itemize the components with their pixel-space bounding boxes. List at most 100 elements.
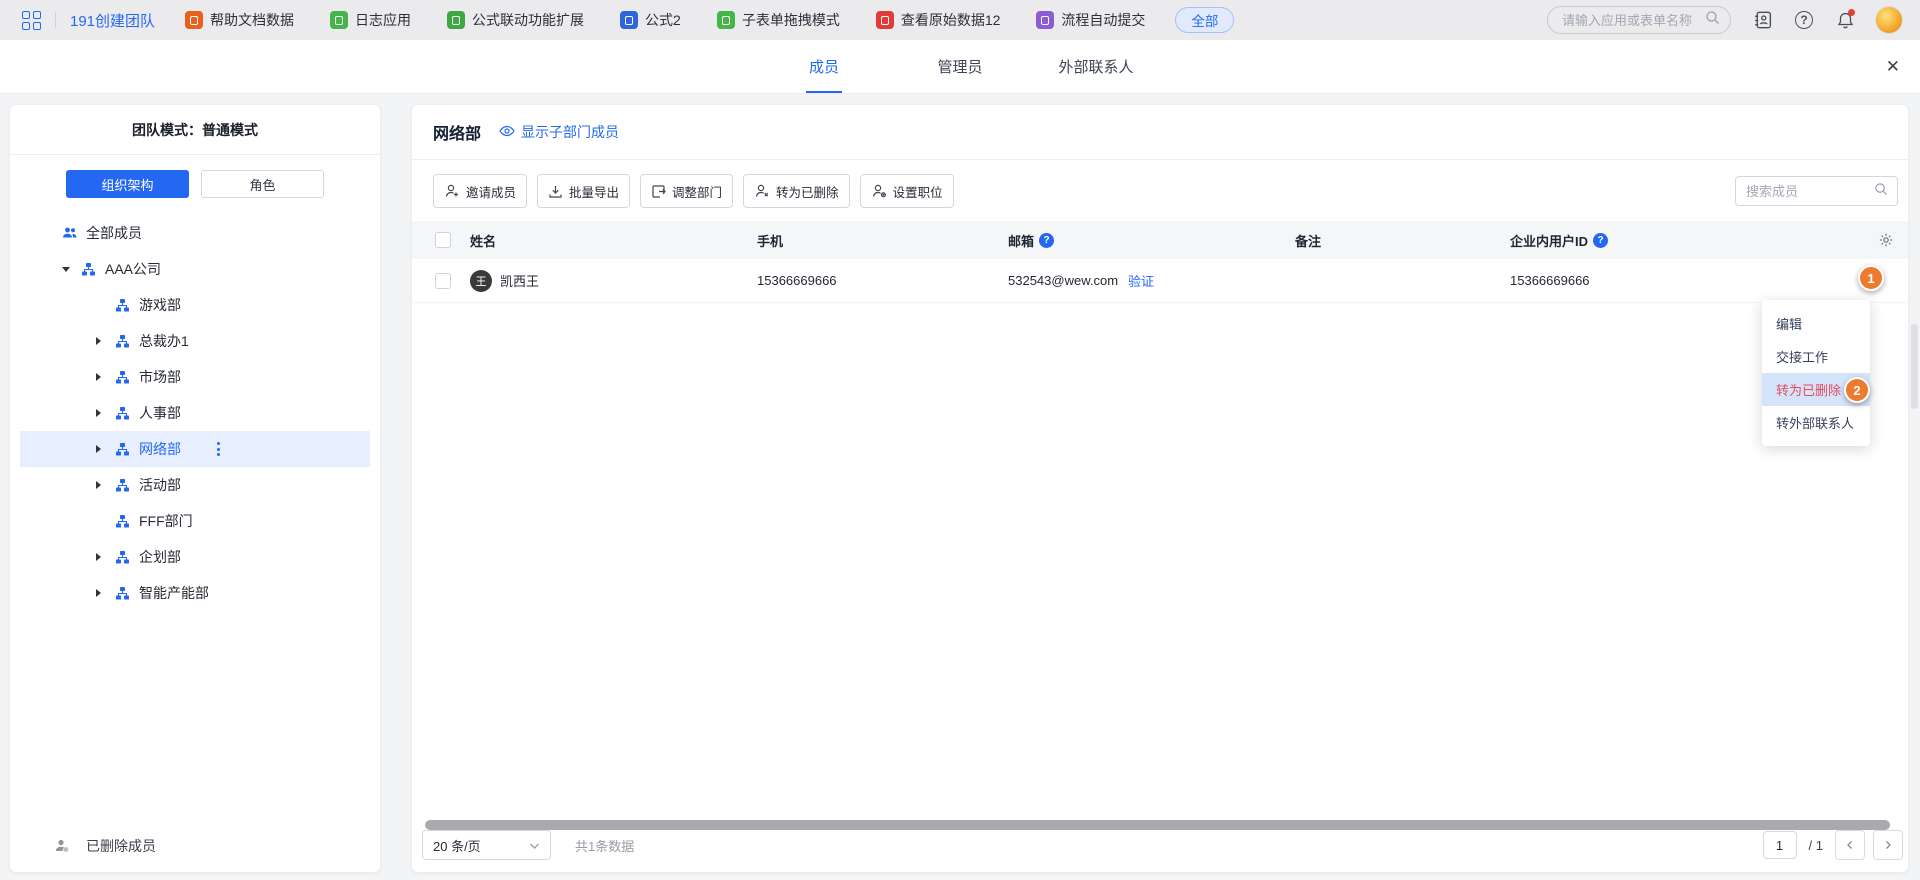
caret-right-icon[interactable] xyxy=(96,445,101,453)
next-page-button[interactable] xyxy=(1873,830,1903,860)
vertical-scrollbar[interactable] xyxy=(1911,324,1918,409)
caret-right-icon[interactable] xyxy=(96,337,101,345)
member-search[interactable] xyxy=(1735,176,1898,206)
invite-member-button[interactable]: 邀请成员 xyxy=(433,174,527,208)
caret-right-icon[interactable] xyxy=(96,409,101,417)
set-position-button[interactable]: 设置职位 xyxy=(860,174,954,208)
panel-title-row: 网络部 显示子部门成员 xyxy=(412,105,1908,160)
tab-admins[interactable]: 管理员 xyxy=(892,40,1028,93)
page-size-select[interactable]: 20 条/页 xyxy=(422,830,551,860)
table-body: 王凯西王15366669666532543@wew.com验证153666696… xyxy=(412,259,1908,303)
app-tab-4[interactable]: 公式2 xyxy=(620,10,681,30)
app-search[interactable] xyxy=(1547,6,1731,34)
app-tab-7[interactable]: 流程自动提交 xyxy=(1036,10,1145,30)
department-tree: 全部成员AAA公司游戏部总裁办1 市场部人事部网络部活动部 FFF部门企划部智能产能… xyxy=(10,215,380,611)
help-icon[interactable]: ? xyxy=(1593,233,1608,248)
content-area: 团队模式：普通模式 组织架构 角色 全部成员AAA公司游戏部总裁办1市场部人事部… xyxy=(0,94,1920,880)
caret-slot xyxy=(96,589,115,597)
move-to-deleted-button[interactable]: 转为已删除 xyxy=(743,174,850,208)
department-icon xyxy=(115,334,132,349)
tree-item-9[interactable]: 企划部 xyxy=(20,539,370,575)
user-avatar[interactable] xyxy=(1876,7,1902,33)
name-cell: 王凯西王 xyxy=(470,270,757,292)
column-header-0: 姓名 xyxy=(470,231,757,250)
help-icon[interactable]: ? xyxy=(1039,233,1054,248)
tree-item-label: FFF部门 xyxy=(139,511,193,531)
caret-right-icon[interactable] xyxy=(96,373,101,381)
caret-right-icon[interactable] xyxy=(96,481,101,489)
all-apps-pill[interactable]: 全部 xyxy=(1175,7,1234,33)
role-button[interactable]: 角色 xyxy=(201,170,324,198)
contacts-icon[interactable] xyxy=(1753,10,1773,30)
select-all-checkbox[interactable] xyxy=(435,232,451,248)
show-sub-dept-link[interactable]: 显示子部门成员 xyxy=(499,122,619,142)
pager: / 1 xyxy=(1763,830,1903,860)
caret-right-icon[interactable] xyxy=(96,553,101,561)
tree-item-2[interactable]: 游戏部 xyxy=(20,287,370,323)
menu-item-handover[interactable]: 交接工作 xyxy=(1762,340,1870,373)
more-actions-icon[interactable] xyxy=(213,438,224,460)
caret-down-icon[interactable] xyxy=(62,267,70,272)
tree-item-8[interactable]: FFF部门 xyxy=(20,503,370,539)
tree-item-3[interactable]: 总裁办1 xyxy=(20,323,370,359)
step-badge-2: 2 xyxy=(1844,377,1870,403)
tab-members[interactable]: 成员 xyxy=(756,40,892,93)
row-select-cell xyxy=(412,273,470,289)
tree-item-1[interactable]: AAA公司 xyxy=(20,251,370,287)
tree-item-10[interactable]: 智能产能部 xyxy=(20,575,370,611)
adjust-department-button[interactable]: 调整部门 xyxy=(640,174,733,208)
tree-item-label: 市场部 xyxy=(139,367,181,387)
column-settings-icon[interactable] xyxy=(1852,232,1908,248)
user-id-cell: 15366669666 xyxy=(1510,273,1852,288)
apps-grid-icon[interactable] xyxy=(22,11,41,30)
deleted-member-icon xyxy=(54,838,71,854)
tree-item-4[interactable]: 市场部 xyxy=(20,359,370,395)
prev-page-button[interactable] xyxy=(1835,830,1865,860)
department-icon xyxy=(115,442,132,457)
page-size-value: 20 条/页 xyxy=(433,836,481,855)
member-search-input[interactable] xyxy=(1746,184,1874,199)
tree-item-0[interactable]: 全部成员 xyxy=(20,215,370,251)
department-icon xyxy=(115,550,132,565)
verify-link[interactable]: 验证 xyxy=(1128,271,1154,290)
app-tab-label: 公式联动功能扩展 xyxy=(472,10,584,30)
help-icon[interactable]: ? xyxy=(1794,10,1814,30)
app-tab-5[interactable]: 子表单拖拽模式 xyxy=(717,10,840,30)
page-number-input[interactable] xyxy=(1763,831,1797,859)
batch-export-button[interactable]: 批量导出 xyxy=(537,174,630,208)
tree-item-5[interactable]: 人事部 xyxy=(20,395,370,431)
tree-item-7[interactable]: 活动部 xyxy=(20,467,370,503)
app-tab-2[interactable]: 日志应用 xyxy=(330,10,411,30)
tree-item-6[interactable]: 网络部 xyxy=(20,431,370,467)
deleted-members-label: 已删除成员 xyxy=(86,836,156,856)
team-name[interactable]: 191创建团队 xyxy=(70,10,155,31)
chevron-down-icon xyxy=(529,838,540,853)
menu-item-to-external-contact[interactable]: 转外部联系人 xyxy=(1762,406,1870,439)
department-icon xyxy=(115,370,132,385)
tab-external-contacts[interactable]: 外部联系人 xyxy=(1028,40,1164,93)
tree-item-label: 人事部 xyxy=(139,403,181,423)
phone-cell: 15366669666 xyxy=(757,273,1008,288)
close-icon[interactable]: ✕ xyxy=(1886,40,1900,93)
department-title: 网络部 xyxy=(433,120,481,144)
bell-icon[interactable] xyxy=(1835,10,1855,30)
deleted-members-item[interactable]: 已删除成员 xyxy=(10,820,380,872)
header-select-cell xyxy=(412,232,470,248)
org-structure-button[interactable]: 组织架构 xyxy=(66,170,189,198)
app-tab-3[interactable]: 公式联动功能扩展 xyxy=(447,10,584,30)
app-tab-6[interactable]: 查看原始数据12 xyxy=(876,10,1001,30)
app-tabs: 帮助文档数据 日志应用 公式联动功能扩展 公式2 子表单拖拽模式 查看原始数据12 流程自动… xyxy=(185,10,1145,30)
column-label: 手机 xyxy=(757,231,783,250)
app-tab-1[interactable]: 帮助文档数据 xyxy=(185,10,294,30)
department-icon xyxy=(115,586,132,601)
caret-right-icon[interactable] xyxy=(96,589,101,597)
topbar: 191创建团队 帮助文档数据 日志应用 公式联动功能扩展 公式2 子表单拖拽模式 查看原始… xyxy=(0,0,1920,40)
app-search-input[interactable] xyxy=(1562,13,1705,28)
row-checkbox[interactable] xyxy=(435,273,451,289)
app-icon xyxy=(717,11,735,29)
menu-item-edit[interactable]: 编辑 xyxy=(1762,307,1870,340)
caret-slot xyxy=(62,267,81,272)
caret-slot xyxy=(96,553,115,561)
toolbar-button-label: 设置职位 xyxy=(893,182,943,201)
member-panel: 网络部 显示子部门成员 邀请成员批量导出调整部门转为已删除设置职位 姓名手机邮箱… xyxy=(412,105,1908,872)
